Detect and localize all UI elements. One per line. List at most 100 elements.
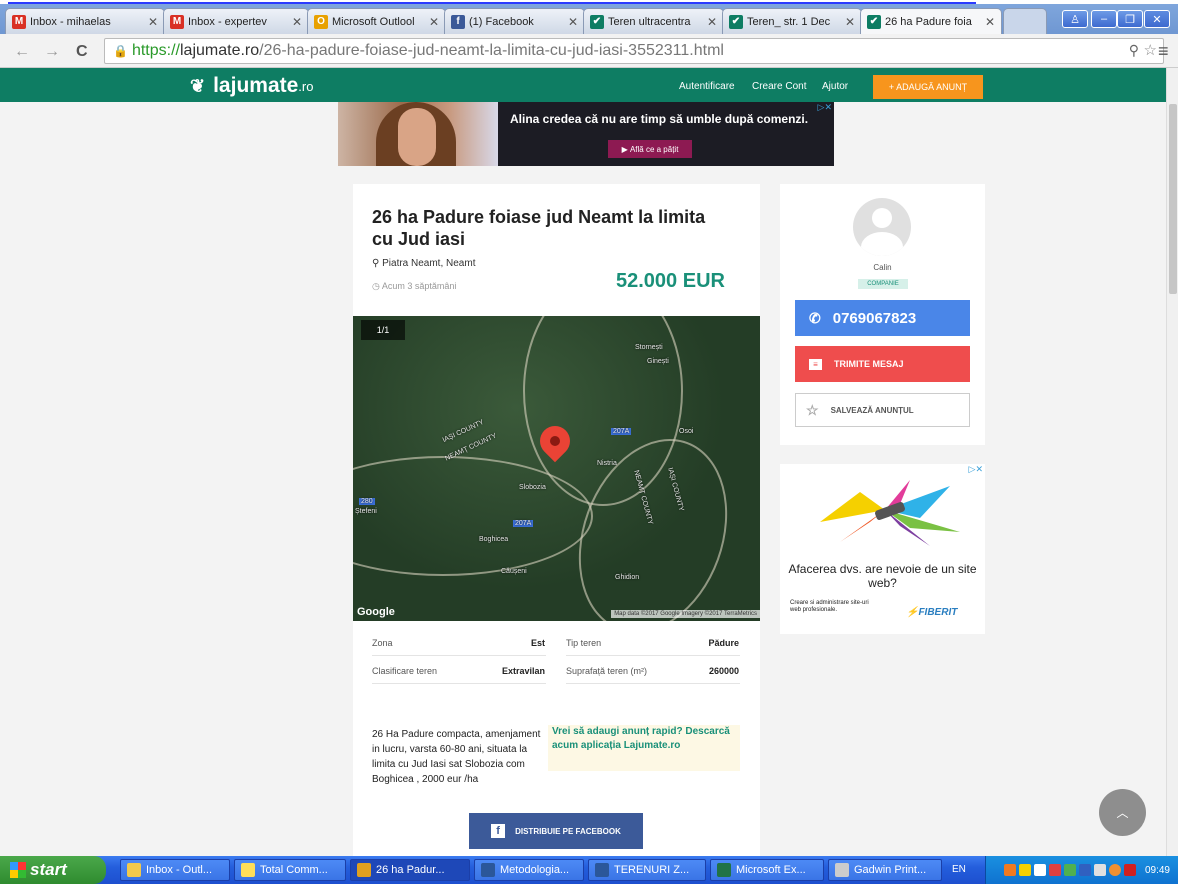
taskbar-item-label: Total Comm...: [260, 864, 328, 876]
tray-app-icon[interactable]: [1108, 864, 1121, 876]
phone-button[interactable]: ✆ 0769067823: [795, 300, 970, 336]
minimize-button[interactable]: –: [1091, 10, 1117, 28]
status-badge: COMPANIE: [858, 279, 908, 289]
detail-label: Clasificare teren: [372, 666, 438, 676]
road-label: 207A: [611, 428, 632, 435]
nav-login[interactable]: Autentificare: [679, 81, 735, 92]
message-icon: ≡: [809, 358, 822, 370]
outlook-icon: O: [314, 14, 328, 29]
star-icon: ☆: [806, 401, 819, 418]
facebook-icon: f: [451, 14, 465, 29]
menu-icon[interactable]: ≡: [1158, 41, 1169, 62]
map-label: Ghidion: [615, 574, 640, 581]
tray-app-icon[interactable]: [1093, 864, 1106, 876]
tray-app-icon[interactable]: [1048, 864, 1061, 876]
taskbar-item[interactable]: Gadwin Print...: [828, 859, 942, 881]
browser-tab[interactable]: ✔ Teren ultracentra ✕: [583, 8, 724, 34]
side-ad[interactable]: ▷✕ Afacerea dvs. are nevoie de un site w…: [780, 464, 985, 634]
browser-tab[interactable]: M Inbox - mihaelas ✕: [5, 8, 165, 34]
app-promo-link[interactable]: Vrei să adaugi anunț rapid? Descarcă acu…: [548, 725, 740, 771]
facebook-icon: f: [491, 824, 506, 838]
detail-label: Suprafață teren (m²): [566, 666, 648, 676]
top-banner-ad[interactable]: Alina credea că nu are timp să umble dup…: [338, 102, 834, 166]
browser-tab[interactable]: f (1) Facebook ✕: [444, 8, 585, 34]
tab-title: Teren_ str. 1 Dec: [747, 15, 831, 28]
clock: 09:49: [1144, 864, 1170, 876]
browser-tab[interactable]: M Inbox - expertev ✕: [163, 8, 309, 34]
send-message-button[interactable]: ≡ TRIMITE MESAJ: [795, 346, 970, 382]
tray-app-icon[interactable]: [1033, 864, 1046, 876]
word-icon: [595, 863, 609, 877]
ad-cta-button[interactable]: ▶ Află ce a pățit: [608, 140, 692, 158]
close-tab-icon[interactable]: ✕: [429, 15, 439, 29]
language-indicator[interactable]: EN: [952, 864, 966, 875]
lajumate-icon: ✔: [729, 14, 743, 29]
add-listing-button[interactable]: + ADAUGĂ ANUNȚ: [873, 75, 983, 99]
detail-label: Tip teren: [566, 638, 602, 648]
chrome-icon: [357, 863, 371, 877]
new-tab-button[interactable]: [1003, 8, 1047, 34]
maximize-button[interactable]: ❐: [1117, 10, 1143, 28]
windows-logo-icon: [10, 862, 26, 878]
adchoices-icon[interactable]: ▷✕: [818, 102, 832, 113]
page-scrollbar[interactable]: [1166, 68, 1178, 856]
taskbar-item[interactable]: Microsoft Ex...: [710, 859, 824, 881]
avatar: [853, 198, 911, 256]
forward-icon[interactable]: →: [44, 43, 60, 61]
close-tab-icon[interactable]: ✕: [985, 15, 995, 29]
url-input[interactable]: 🔒 https://lajumate.ro/26-ha-padure-foiase…: [104, 38, 1164, 64]
map-label: Boghicea: [479, 536, 509, 543]
close-tab-icon[interactable]: ✕: [292, 15, 302, 29]
taskbar-item-label: 26 ha Padur...: [376, 864, 445, 876]
user-icon[interactable]: ♙: [1062, 10, 1088, 28]
tab-title: Inbox - expertev: [188, 15, 267, 28]
browser-tab[interactable]: ✔ Teren_ str. 1 Dec ✕: [722, 8, 862, 34]
bookmark-star-icon[interactable]: ☆: [1144, 41, 1157, 59]
adchoices-icon[interactable]: ▷✕: [969, 464, 983, 475]
tray-app-icon[interactable]: [1063, 864, 1076, 876]
close-tab-icon[interactable]: ✕: [845, 15, 855, 29]
taskbar-item[interactable]: Inbox - Outl...: [120, 859, 230, 881]
browser-tab[interactable]: ✔ 26 ha Padure foia ✕: [860, 8, 1002, 34]
chevron-up-icon: ︿: [1116, 806, 1129, 820]
taskbar-item[interactable]: 26 ha Padur...: [350, 859, 470, 881]
share-facebook-button[interactable]: f DISTRIBUIE PE FACEBOOK: [469, 813, 643, 849]
map-label: Osoi: [679, 428, 694, 435]
close-window-button[interactable]: ✕: [1144, 10, 1170, 28]
taskbar-item[interactable]: Total Comm...: [234, 859, 346, 881]
location-pin-icon: ⚲: [372, 258, 380, 269]
scrollbar-thumb[interactable]: [1169, 104, 1177, 294]
image-counter: 1/1: [361, 320, 405, 340]
nav-help[interactable]: Ajutor: [822, 81, 848, 92]
listing-card: 26 ha Padure foiase jud Neamt la limita …: [353, 184, 760, 856]
side-ad-title: Afacerea dvs. are nevoie de un site web?: [788, 562, 977, 590]
tab-title: 26 ha Padure foia: [885, 15, 972, 28]
tray-app-icon[interactable]: [1123, 864, 1136, 876]
close-tab-icon[interactable]: ✕: [148, 15, 158, 29]
tab-title: Teren ultracentra: [608, 15, 691, 28]
close-tab-icon[interactable]: ✕: [707, 15, 717, 29]
nav-register[interactable]: Creare Cont: [752, 81, 806, 92]
map-credits: Map data ©2017 Google Imagery ©2017 Terr…: [611, 610, 760, 618]
close-tab-icon[interactable]: ✕: [568, 15, 578, 29]
tray-app-icon[interactable]: [1003, 864, 1016, 876]
ad-headline: Alina credea că nu are timp să umble dup…: [510, 112, 809, 126]
windows-taskbar: start EN 09:49 Inbox - Outl... Total Comm…: [0, 856, 1178, 884]
taskbar-item[interactable]: TERENURI Z...: [588, 859, 706, 881]
listing-map-image[interactable]: 1/1 Stornești Ginești IAȘI COUNTY NEAMȚ …: [353, 316, 760, 621]
tray-app-icon[interactable]: [1018, 864, 1031, 876]
excel-icon: [717, 863, 731, 877]
zoom-icon[interactable]: ⚲: [1129, 42, 1139, 59]
back-icon[interactable]: ←: [14, 43, 30, 61]
save-listing-button[interactable]: ☆ SALVEAZĂ ANUNȚUL: [795, 393, 970, 427]
site-logo[interactable]: ❦ lajumate .ro: [190, 74, 313, 98]
reload-icon[interactable]: C: [76, 43, 88, 61]
tray-app-icon[interactable]: [1078, 864, 1091, 876]
taskbar-item[interactable]: Metodologia...: [474, 859, 584, 881]
browser-tab[interactable]: O Microsoft Outlool ✕: [307, 8, 446, 34]
map-label: Ginești: [647, 358, 669, 365]
start-button[interactable]: start: [0, 856, 106, 884]
lock-icon: 🔒: [113, 44, 128, 58]
scroll-top-button[interactable]: ︿: [1099, 789, 1146, 836]
gmail-icon: M: [12, 14, 26, 29]
